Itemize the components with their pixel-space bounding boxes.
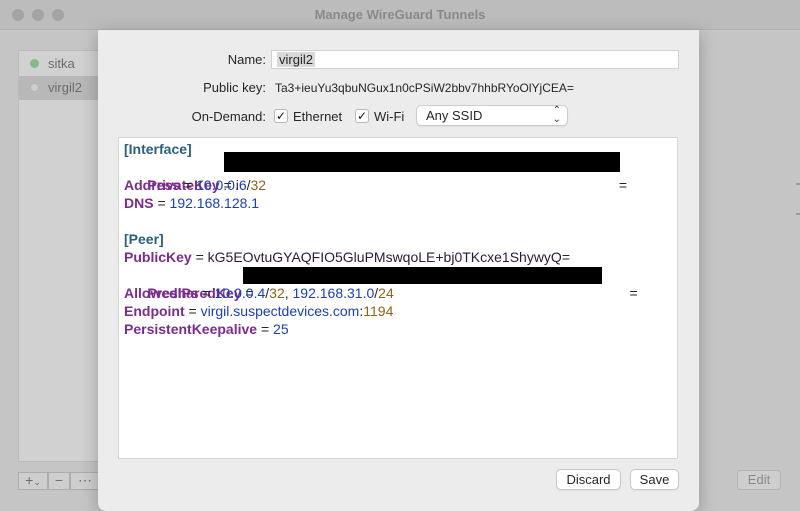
wifi-label: Wi-Fi bbox=[374, 109, 405, 124]
allowed-ip-1: 10.0.0.4 bbox=[214, 285, 266, 301]
address-cidr: 32 bbox=[250, 177, 267, 193]
window-title: Manage WireGuard Tunnels bbox=[314, 7, 486, 22]
name-field[interactable]: virgil2 bbox=[271, 50, 679, 69]
tunnel-name: virgil2 bbox=[48, 80, 82, 95]
name-label: Name: bbox=[227, 52, 266, 67]
pubkey-value: Ta3+ieuYu3qbuNGux1n0cPSiW2bbv7hhbRYoOlYj… bbox=[275, 81, 574, 95]
divider bbox=[796, 183, 800, 185]
checkmark-icon: ✓ bbox=[275, 109, 287, 123]
pubkey-label: Public key: bbox=[203, 80, 266, 95]
ssid-select[interactable]: Any SSID ⌃ ⌄ bbox=[416, 105, 568, 126]
ethernet-checkbox[interactable]: ✓ bbox=[274, 109, 288, 123]
save-button[interactable]: Save bbox=[630, 469, 679, 490]
discard-button[interactable]: Discard bbox=[556, 469, 621, 490]
keepalive-value: 25 bbox=[273, 321, 289, 337]
up-down-chevron-icon: ⌃ ⌄ bbox=[552, 105, 561, 125]
dns-key: DNS bbox=[124, 195, 154, 211]
status-dot-icon bbox=[30, 83, 39, 92]
checkmark-icon: ✓ bbox=[356, 109, 368, 123]
dns-value: 192.168.128.1 bbox=[169, 195, 260, 211]
on-demand-label: On-Demand: bbox=[191, 109, 266, 124]
add-tunnel-button[interactable]: +⌄ bbox=[18, 472, 48, 490]
endpoint-key: Endpoint bbox=[124, 303, 185, 319]
tunnel-name: sitka bbox=[48, 56, 75, 71]
edit-button[interactable]: Edit bbox=[737, 470, 781, 490]
more-actions-button[interactable]: ⋯ bbox=[70, 472, 100, 490]
status-dot-icon bbox=[30, 59, 39, 68]
wifi-checkbox[interactable]: ✓ bbox=[355, 109, 369, 123]
interface-section-header: [Interface] bbox=[124, 141, 192, 157]
allowed-cidr-1: 32 bbox=[269, 285, 285, 301]
keepalive-key: PersistentKeepalive bbox=[124, 321, 258, 337]
divider bbox=[796, 213, 800, 215]
peer-section-header: [Peer] bbox=[124, 231, 164, 247]
public-key-value: kG5EOvtuGYAQFIO5GluPMswqoLE+bj0TKcxe1Shy… bbox=[207, 249, 570, 265]
name-value: virgil2 bbox=[277, 52, 315, 67]
endpoint-port: 1194 bbox=[363, 303, 394, 319]
allowed-cidr-2: 24 bbox=[378, 285, 394, 301]
redaction-bar bbox=[243, 267, 602, 284]
address-key: Address bbox=[124, 177, 181, 193]
remove-tunnel-button[interactable]: − bbox=[48, 472, 70, 490]
ssid-value: Any SSID bbox=[426, 108, 483, 123]
title-bar: Manage WireGuard Tunnels bbox=[0, 0, 800, 30]
public-key-key: PublicKey bbox=[124, 249, 192, 265]
allowed-ips-key: AllowedIPs bbox=[124, 285, 199, 301]
redaction-bar bbox=[224, 152, 620, 172]
ellipsis-icon: ⋯ bbox=[78, 472, 92, 488]
list-toolbar: +⌄ − ⋯ bbox=[18, 472, 100, 490]
chevron-down-icon: ⌄ bbox=[33, 477, 41, 487]
config-editor[interactable]: [Interface] PrivateKey = i = Address = 10… bbox=[118, 137, 678, 459]
ethernet-label: Ethernet bbox=[293, 109, 343, 124]
allowed-ip-2: 192.168.31.0 bbox=[292, 285, 375, 301]
address-ip: 10.0.0.6 bbox=[196, 177, 247, 193]
endpoint-host: virgil.suspectdevices.com bbox=[200, 303, 360, 319]
edit-tunnel-sheet: Name: virgil2 Public key: Ta3+ieuYu3qbuN… bbox=[98, 30, 699, 511]
